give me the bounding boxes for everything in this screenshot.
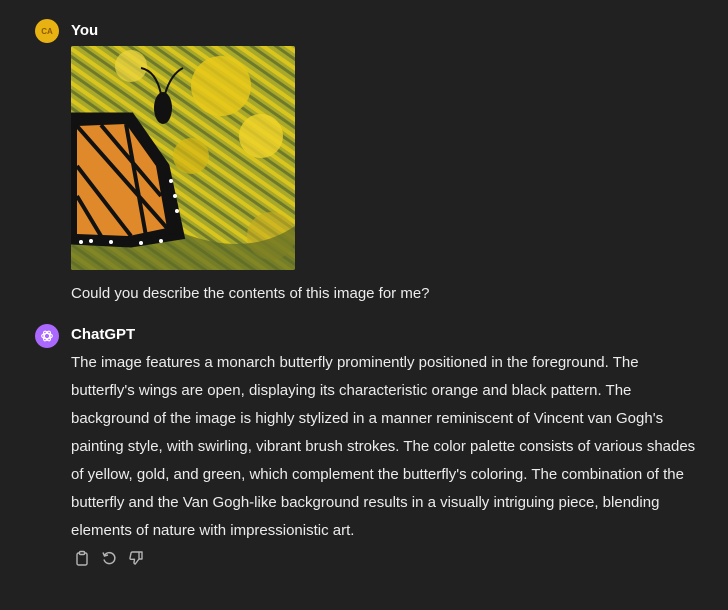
user-avatar: CA — [35, 19, 59, 43]
copy-button[interactable] — [73, 549, 91, 567]
user-message: Could you describe the contents of this … — [71, 285, 430, 302]
user-name: You — [71, 22, 99, 39]
message-actions — [73, 549, 145, 567]
butterfly-painting-image — [71, 46, 295, 270]
openai-logo-icon — [41, 330, 53, 342]
regenerate-button[interactable] — [100, 549, 118, 567]
attached-butterfly-image[interactable] — [71, 46, 295, 270]
regenerate-icon — [102, 551, 116, 565]
clipboard-icon — [76, 550, 88, 566]
assistant-name: ChatGPT — [71, 326, 136, 343]
assistant-avatar — [35, 324, 59, 348]
thumbs-down-icon — [129, 551, 143, 565]
assistant-message: The image features a monarch butterfly p… — [71, 354, 696, 539]
dislike-button[interactable] — [127, 549, 145, 567]
